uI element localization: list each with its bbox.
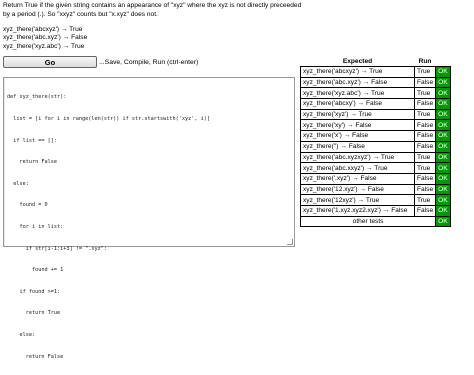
status-ok-cell: OK bbox=[435, 183, 451, 196]
code-line: return False bbox=[7, 159, 57, 166]
run-cell: True bbox=[413, 66, 437, 78]
code-line: return False bbox=[7, 353, 64, 360]
run-cell: True bbox=[413, 108, 437, 121]
code-line: else: bbox=[7, 180, 29, 187]
code-line: for i in list: bbox=[7, 223, 64, 230]
example-item: xyz_there('abc.xyz') → False bbox=[3, 34, 88, 42]
run-header: Run bbox=[418, 58, 432, 65]
resize-grip-icon[interactable] bbox=[287, 239, 293, 245]
expected-cell: xyz_there('.xyz') → False bbox=[300, 172, 415, 185]
status-ok-cell: OK bbox=[435, 119, 451, 132]
run-cell: False bbox=[413, 183, 437, 196]
status-ok-cell: OK bbox=[435, 66, 451, 78]
run-cell: False bbox=[413, 76, 437, 89]
run-cell: False bbox=[413, 204, 437, 217]
table-row: xyz_there('abcxy') → False False OK bbox=[300, 98, 463, 110]
code-editor[interactable]: def xyz_there(str): list = [i for i in r… bbox=[3, 77, 295, 360]
status-ok-cell: OK bbox=[435, 204, 451, 217]
example-item: xyz_there('xyz.abc') → True bbox=[3, 42, 85, 50]
code-line: else: bbox=[7, 331, 36, 338]
expected-cell: xyz_there('abcxy') → False bbox=[300, 98, 415, 110]
results-table: Expected Run xyz_there('abcxyz') → True … bbox=[299, 57, 463, 228]
table-row: xyz_there('x') → False False OK bbox=[300, 130, 463, 142]
table-row-other-tests: other tests OK bbox=[299, 215, 463, 228]
run-cell: False bbox=[413, 98, 437, 110]
status-ok-cell: OK bbox=[435, 130, 451, 142]
code-line: found = 0 bbox=[7, 202, 48, 209]
status-ok-cell: OK bbox=[435, 172, 451, 185]
status-ok-cell: OK bbox=[435, 151, 451, 164]
code-line: found += 1 bbox=[7, 267, 64, 274]
status-ok-cell: OK bbox=[435, 98, 451, 110]
run-cell: False bbox=[413, 140, 437, 153]
status-ok-cell: OK bbox=[435, 140, 451, 153]
code-line: if list == []: bbox=[7, 137, 57, 144]
expected-cell: xyz_there('abc.xyz') → False bbox=[300, 76, 415, 89]
expected-cell: xyz_there('xyz') → True bbox=[300, 108, 415, 121]
code-line: if found >=1: bbox=[7, 288, 61, 295]
run-cell: True bbox=[413, 194, 437, 206]
go-hint-text: ...Save, Compile, Run (ctrl-enter) bbox=[99, 59, 199, 66]
table-row: xyz_there('xyz.abc') → True True OK bbox=[300, 87, 463, 100]
editor-gutter bbox=[4, 78, 5, 246]
expected-cell: xyz_there('12.xyz') → False bbox=[300, 183, 415, 196]
example-item: xyz_there('abcxyz') → True bbox=[3, 26, 83, 33]
problem-description: Return True if the given string contains… bbox=[3, 2, 302, 18]
status-ok-cell: OK bbox=[435, 108, 451, 121]
expected-cell: xyz_there('abc.xxyz') → True bbox=[300, 162, 415, 174]
table-row: xyz_there('abcxyz') → True True OK bbox=[300, 66, 463, 78]
table-row: xyz_there('abc.xyzxyz') → True True OK bbox=[300, 151, 463, 164]
table-row: xyz_there('') → False False OK bbox=[300, 140, 463, 153]
expected-cell: xyz_there('abc.xyzxyz') → True bbox=[300, 151, 415, 164]
expected-header: Expected bbox=[342, 58, 373, 65]
run-cell: False bbox=[413, 130, 437, 142]
run-cell: True bbox=[413, 151, 437, 164]
expected-cell: xyz_there('1.xyz.xyz2.xyz') → False bbox=[300, 204, 415, 217]
expected-cell: xyz_there('xyz.abc') → True bbox=[300, 87, 415, 100]
status-ok-cell: OK bbox=[435, 194, 451, 206]
table-row: xyz_there('.xyz') → False False OK bbox=[300, 172, 463, 185]
table-row: xyz_there('12xyz') → True True OK bbox=[300, 194, 463, 206]
code-text[interactable]: def xyz_there(str): list = [i for i in r… bbox=[7, 80, 210, 375]
table-row: xyz_there('abc.xxyz') → True True OK bbox=[300, 162, 463, 174]
run-cell: False bbox=[413, 119, 437, 132]
go-button[interactable]: Go bbox=[3, 56, 97, 68]
table-row: xyz_there('xyz') → True True OK bbox=[300, 108, 463, 121]
expected-cell: xyz_there('x') → False bbox=[300, 130, 415, 142]
run-cell: True bbox=[413, 87, 437, 100]
run-cell: False bbox=[413, 172, 437, 185]
status-ok-cell: OK bbox=[435, 76, 451, 89]
expected-cell: xyz_there('') → False bbox=[300, 140, 415, 153]
code-line: list = [i for i in range(len(str)) if st… bbox=[7, 116, 211, 122]
expected-cell: xyz_there('12xyz') → True bbox=[300, 194, 415, 206]
examples-list: xyz_there('abcxyz') → True xyz_there('ab… bbox=[3, 26, 87, 51]
status-ok-cell: OK bbox=[435, 87, 451, 100]
table-row: xyz_there('abc.xyz') → False False OK bbox=[300, 76, 463, 89]
code-line: def xyz_there(str): bbox=[7, 94, 67, 101]
other-tests-cell: other tests bbox=[299, 215, 437, 228]
table-row: xyz_there('12.xyz') → False False OK bbox=[300, 183, 463, 196]
status-ok-cell: OK bbox=[435, 215, 451, 228]
table-row: xyz_there('1.xyz.xyz2.xyz') → False Fals… bbox=[300, 204, 463, 217]
code-line: return True bbox=[7, 310, 61, 317]
code-line: if str[i-1:i+3] != ".xyz": bbox=[7, 245, 107, 252]
table-row: xyz_there('xy') → False False OK bbox=[300, 119, 463, 132]
expected-cell: xyz_there('xy') → False bbox=[300, 119, 415, 132]
expected-cell: xyz_there('abcxyz') → True bbox=[300, 66, 415, 78]
status-ok-cell: OK bbox=[435, 162, 451, 174]
run-cell: True bbox=[413, 162, 437, 174]
